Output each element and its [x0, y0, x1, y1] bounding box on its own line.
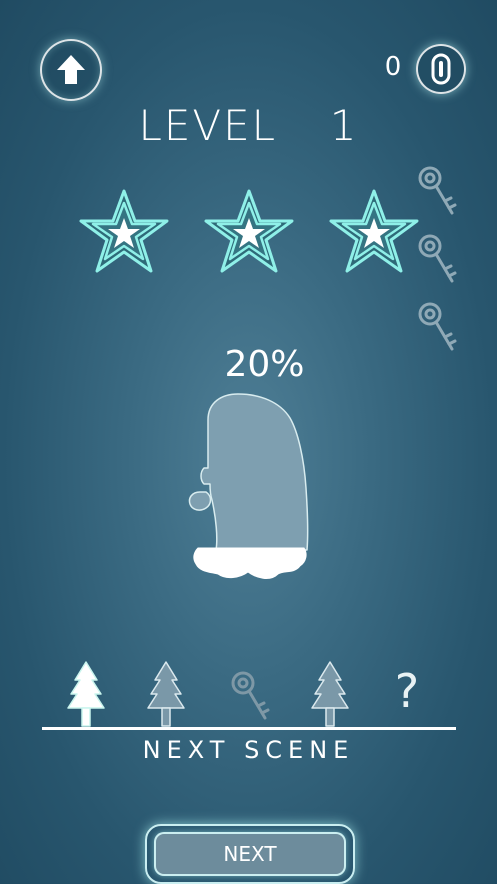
tree-icon [147, 661, 185, 727]
hint-button[interactable] [416, 44, 466, 94]
home-button[interactable] [40, 39, 102, 101]
key-icon [418, 234, 457, 283]
key-icon [418, 166, 457, 215]
star-icon [79, 189, 169, 273]
next-scene-caption: NEXT SCENE [142, 736, 355, 764]
hint-bulb-icon [431, 53, 451, 85]
santa-hat-silhouette[interactable] [182, 388, 314, 588]
puzzle-progress: 20% [224, 344, 305, 385]
tree-icon [311, 661, 349, 727]
level-number: 1 [329, 101, 359, 150]
next-button[interactable]: NEXT [145, 824, 355, 884]
keys-collected [414, 163, 460, 357]
scene-track-line [42, 727, 456, 730]
question-icon: ? [394, 664, 420, 718]
star-icon [204, 189, 294, 273]
level-title: LEVEL 1 [0, 101, 497, 150]
level-label: LEVEL [138, 101, 278, 150]
tree-icon [67, 661, 105, 727]
home-up-arrow-icon [57, 55, 85, 84]
next-button-label: NEXT [154, 832, 346, 876]
key-icon [231, 671, 270, 720]
star-icon [329, 189, 419, 273]
hint-count: 0 [384, 52, 402, 82]
